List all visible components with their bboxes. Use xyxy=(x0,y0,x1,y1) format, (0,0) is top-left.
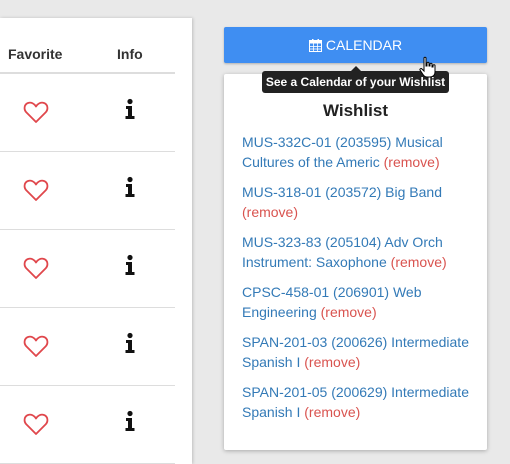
info-icon[interactable] xyxy=(124,331,136,355)
wishlist-item: MUS-318-01 (203572) Big Band (remove) xyxy=(242,182,478,222)
heart-icon[interactable] xyxy=(23,256,49,280)
wishlist-item: SPAN-201-05 (200629) Intermediate Spanis… xyxy=(242,382,478,422)
wishlist-course-link[interactable]: MUS-318-01 (203572) Big Band xyxy=(242,184,442,200)
hand-pointer-icon xyxy=(419,56,436,78)
info-column-header: Info xyxy=(117,46,143,62)
favorite-column-header: Favorite xyxy=(8,46,63,62)
table-row xyxy=(0,74,175,152)
wishlist-items: MUS-332C-01 (203595) Musical Cultures of… xyxy=(242,132,478,432)
remove-link[interactable]: (remove) xyxy=(242,204,298,220)
heart-icon[interactable] xyxy=(23,178,49,202)
heart-icon[interactable] xyxy=(23,334,49,358)
remove-link[interactable]: (remove) xyxy=(391,254,447,270)
table-row xyxy=(0,152,175,230)
wishlist-card: Wishlist MUS-332C-01 (203595) Musical Cu… xyxy=(224,74,487,450)
wishlist-item: MUS-332C-01 (203595) Musical Cultures of… xyxy=(242,132,478,172)
remove-link[interactable]: (remove) xyxy=(321,304,377,320)
wishlist-item: MUS-323-83 (205104) Adv Orch Instrument:… xyxy=(242,232,478,272)
wishlist-title: Wishlist xyxy=(322,101,389,120)
heart-icon[interactable] xyxy=(23,412,49,436)
info-icon[interactable] xyxy=(124,175,136,199)
table-row xyxy=(0,308,175,386)
info-icon[interactable] xyxy=(124,409,136,433)
remove-link[interactable]: (remove) xyxy=(384,154,440,170)
calendar-icon xyxy=(308,38,322,52)
info-icon[interactable] xyxy=(124,97,136,121)
table-row xyxy=(0,230,175,308)
wishlist-item: CPSC-458-01 (206901) Web Engineering (re… xyxy=(242,282,478,322)
remove-link[interactable]: (remove) xyxy=(304,404,360,420)
wishlist-item: SPAN-201-03 (200626) Intermediate Spanis… xyxy=(242,332,478,372)
calendar-button-label: CALENDAR xyxy=(325,37,403,53)
table-header: Favorite Info xyxy=(0,18,175,74)
course-table: Favorite Info xyxy=(0,18,192,464)
info-icon[interactable] xyxy=(124,253,136,277)
heart-icon[interactable] xyxy=(23,100,49,124)
remove-link[interactable]: (remove) xyxy=(304,354,360,370)
table-row xyxy=(0,386,175,464)
calendar-button[interactable]: CALENDAR xyxy=(224,27,487,63)
